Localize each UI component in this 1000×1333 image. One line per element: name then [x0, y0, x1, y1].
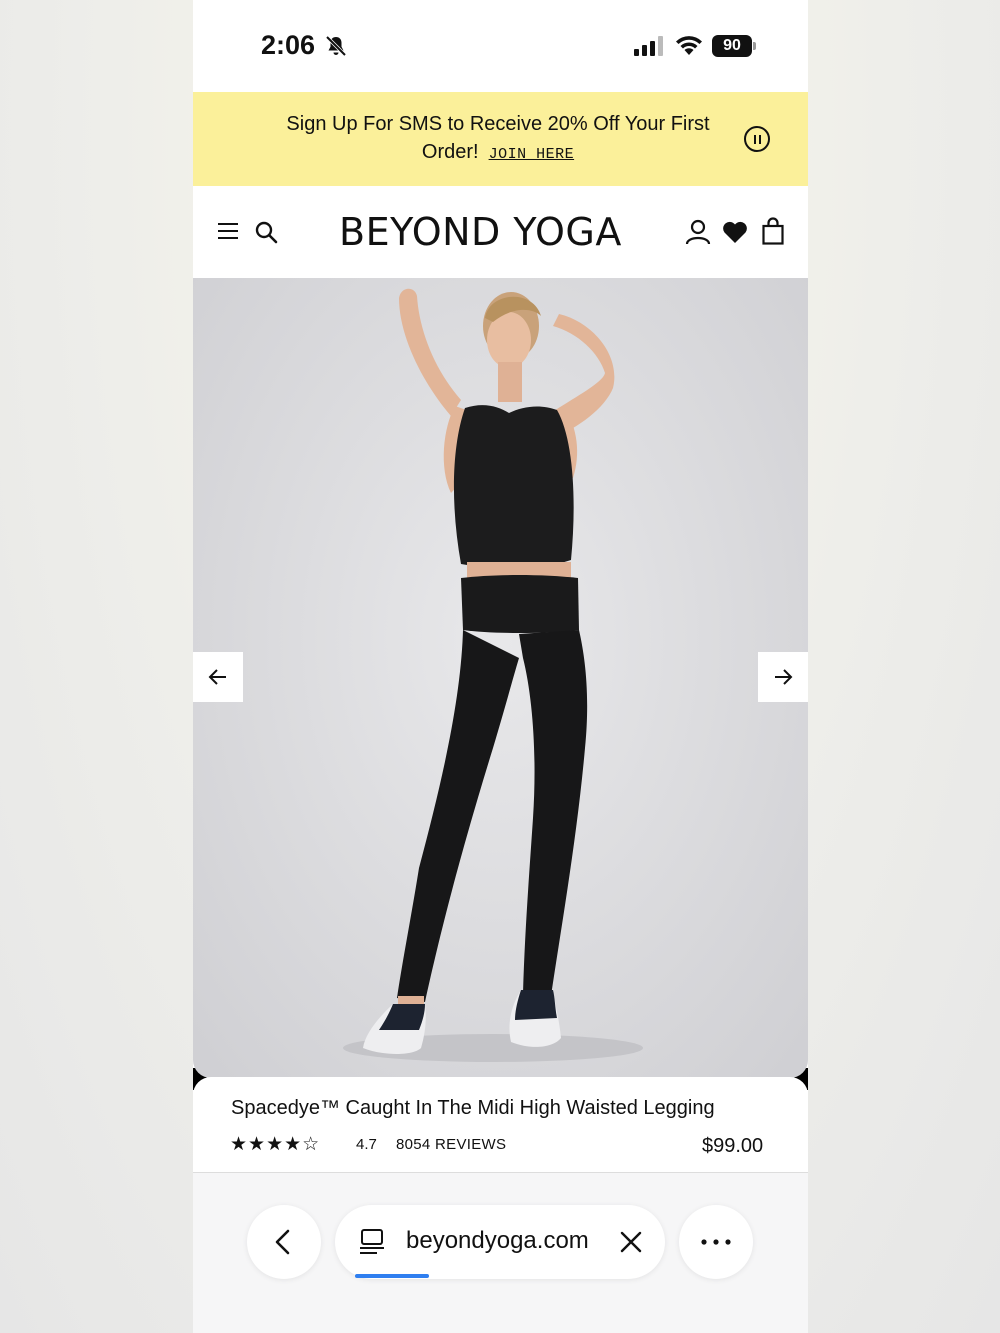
search-icon[interactable] [254, 220, 278, 244]
battery-level: 90 [712, 35, 752, 57]
browser-toolbar: beyondyoga.com [193, 1173, 808, 1333]
battery-tip [753, 42, 756, 50]
account-icon[interactable] [685, 219, 711, 245]
reviews-link[interactable]: 8054 REVIEWS [396, 1136, 506, 1153]
more-dots-icon [701, 1239, 731, 1245]
menu-icon[interactable] [218, 223, 238, 241]
phone-screen: 2:06 90 Sign Up For SMS to Receive 20% O… [193, 0, 808, 1333]
join-here-link[interactable]: JOIN HERE [489, 146, 575, 163]
address-bar[interactable]: beyondyoga.com [335, 1205, 665, 1279]
status-bar: 2:06 90 [193, 0, 808, 92]
more-button[interactable] [679, 1205, 753, 1279]
wifi-icon [676, 36, 702, 55]
model-illustration [343, 288, 643, 1062]
battery-icon: 90 [712, 35, 756, 57]
status-time: 2:06 [261, 30, 316, 60]
signal-icon [634, 36, 663, 56]
product-image[interactable] [193, 278, 808, 1078]
rating-value: 4.7 [356, 1136, 377, 1153]
product-title[interactable]: Spacedye™ Caught In The Midi High Waiste… [231, 1097, 715, 1120]
brand-logo[interactable]: BEYOND YOGA [339, 210, 622, 254]
product-price: $99.00 [702, 1135, 764, 1157]
sms-promo-banner: Sign Up For SMS to Receive 20% Off Your … [193, 92, 808, 186]
bell-slash-icon [325, 35, 347, 57]
page-load-progress [355, 1274, 429, 1278]
star-rating: ★★★★☆ [230, 1134, 321, 1155]
cart-bag-icon[interactable] [762, 217, 784, 245]
promo-message: Sign Up For SMS to Receive 20% Off Your … [253, 110, 743, 169]
wishlist-heart-icon[interactable] [722, 220, 748, 244]
back-button[interactable] [247, 1205, 321, 1279]
page-icon [360, 1229, 384, 1254]
url-text[interactable]: beyondyoga.com [406, 1227, 589, 1255]
arrow-left-icon[interactable] [193, 652, 243, 702]
product-info-card: Spacedye™ Caught In The Midi High Waiste… [193, 1077, 808, 1173]
site-header: BEYOND YOGA [193, 186, 808, 278]
pause-icon[interactable] [744, 126, 770, 152]
close-icon[interactable] [619, 1230, 643, 1254]
arrow-right-icon[interactable] [758, 652, 808, 702]
back-chevron-icon [275, 1229, 290, 1255]
